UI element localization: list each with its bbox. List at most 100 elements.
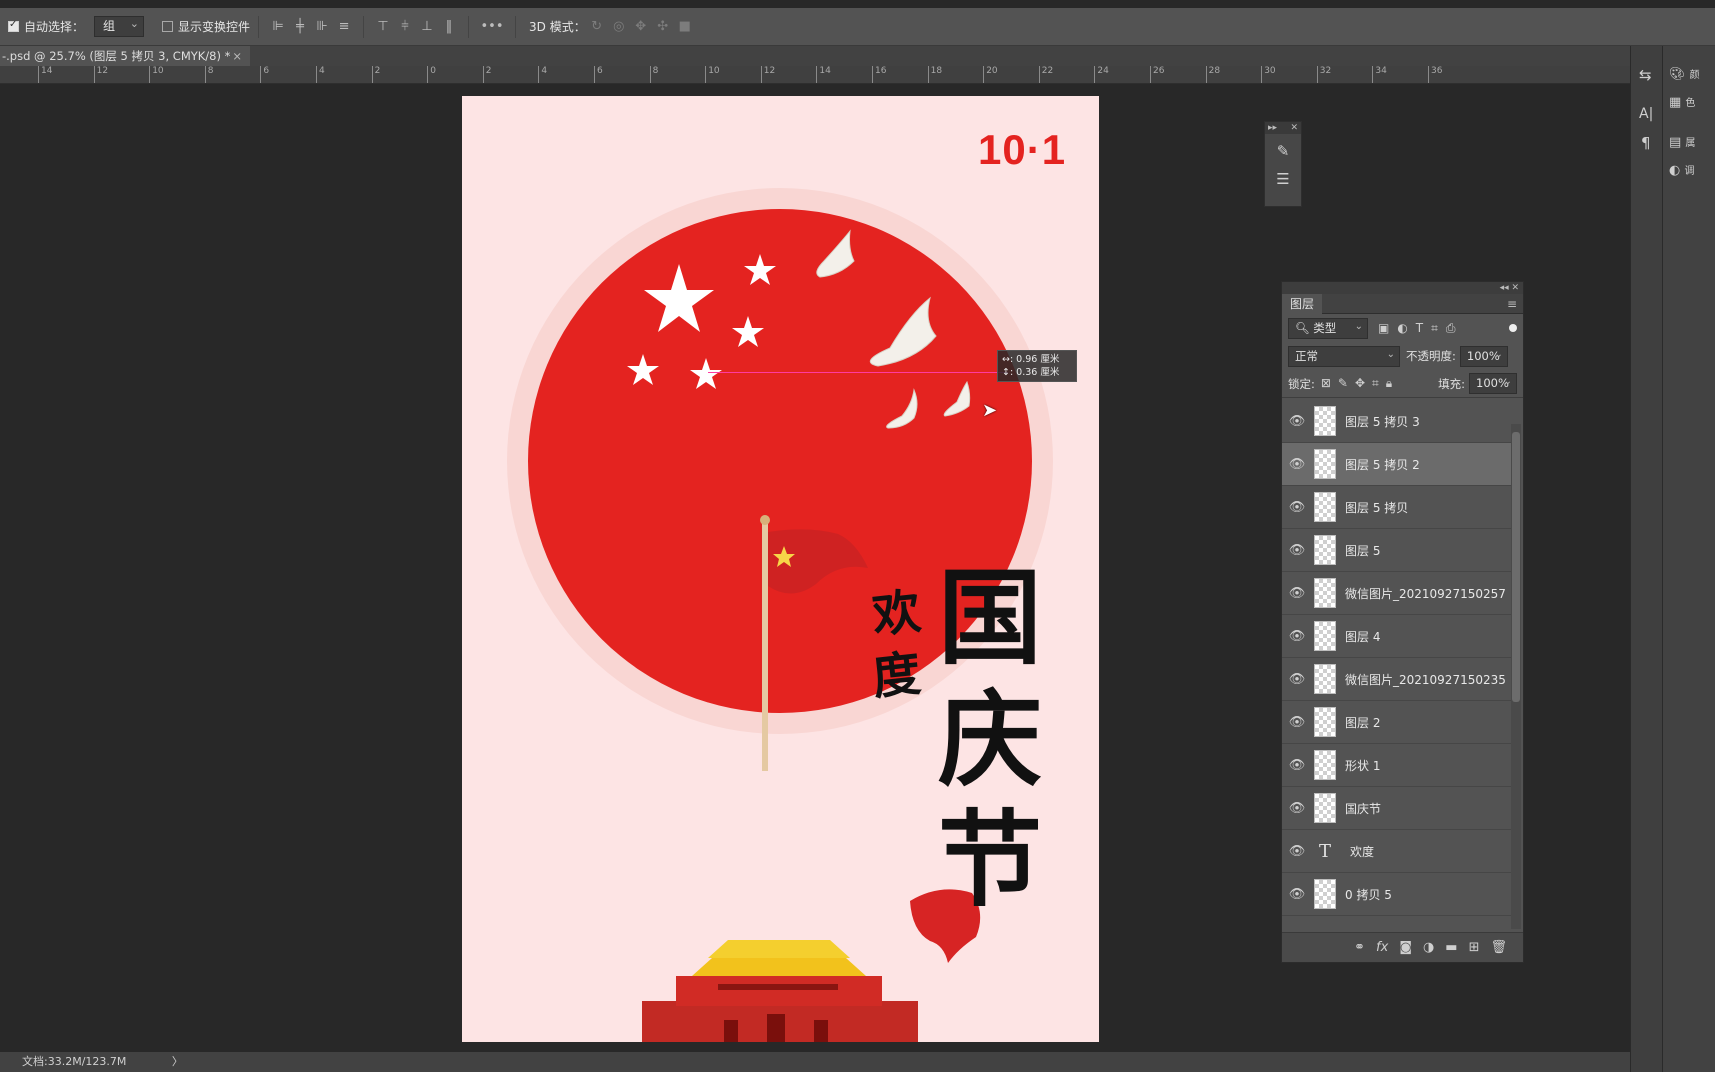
layer-row[interactable]: 👁︎ 形状 1 xyxy=(1282,744,1511,787)
status-menu-arrow[interactable]: 〉 xyxy=(172,1055,183,1068)
layer-row[interactable]: 👁︎ T 欢度 xyxy=(1282,830,1511,873)
layer-row[interactable]: 👁︎ 图层 2 xyxy=(1282,701,1511,744)
delete-layer-icon[interactable]: 🗑︎ xyxy=(1490,940,1507,955)
dock-panel: 🎨︎ 颜 ▦ 色 ▤ 属 ◐ 调 xyxy=(1662,46,1715,1072)
layer-thumbnail xyxy=(1314,793,1336,823)
layer-row[interactable]: 👁︎ 图层 5 拷贝 2 xyxy=(1282,443,1511,486)
pan-3d-icon[interactable]: ✥ xyxy=(630,16,652,38)
blend-mode-dropdown[interactable]: 正常 ⌄ xyxy=(1288,345,1400,367)
align-top-icon[interactable]: ⊤ xyxy=(372,16,394,38)
layer-name[interactable]: 微信图片_20210927150235 xyxy=(1345,671,1506,688)
layers-tab[interactable]: 图层 xyxy=(1282,293,1323,314)
measure-tooltip: ↔: 0.96 厘米 ↕: 0.36 厘米 xyxy=(997,350,1077,382)
title-char-guo: 国 xyxy=(938,556,1043,679)
fx-icon[interactable]: fx xyxy=(1376,940,1388,955)
filter-toggle-icon[interactable] xyxy=(1509,324,1517,332)
new-layer-icon[interactable]: ⊞ xyxy=(1469,940,1480,955)
layer-name[interactable]: 图层 2 xyxy=(1345,714,1380,731)
filter-kind-icons[interactable]: ▣◐T⌗⎙ xyxy=(1378,321,1464,336)
visibility-eye-icon[interactable]: 👁︎ xyxy=(1282,543,1312,558)
layer-name[interactable]: 形状 1 xyxy=(1345,757,1380,774)
visibility-eye-icon[interactable]: 👁︎ xyxy=(1282,414,1312,429)
panel-menu-icon[interactable]: ≡ xyxy=(1507,297,1517,311)
fill-input[interactable]: 100% ⌄ xyxy=(1469,373,1517,394)
layer-name[interactable]: 图层 5 xyxy=(1345,542,1380,559)
adjust-sliders-icon[interactable]: ☰ xyxy=(1265,170,1301,188)
layers-scrollbar[interactable] xyxy=(1511,424,1521,929)
poster-document[interactable]: 10·1 欢 度 国 庆 节 xyxy=(462,96,1099,1042)
color-panel-button[interactable]: 🎨︎ 颜 xyxy=(1669,66,1700,82)
history-icon[interactable]: ⇆ xyxy=(1639,66,1652,84)
mini-panel-close-icon[interactable]: ✕ xyxy=(1290,122,1301,134)
align-hcenter-icon[interactable]: ╪ xyxy=(289,16,311,38)
document-tab-title: -.psd @ 25.7% (图层 5 拷贝 3, CMYK/8) * xyxy=(2,49,231,63)
layer-name[interactable]: 微信图片_20210927150257 xyxy=(1345,585,1506,602)
align-bottom-icon[interactable]: ⊥ xyxy=(416,16,438,38)
visibility-eye-icon[interactable]: 👁︎ xyxy=(1282,629,1312,644)
visibility-eye-icon[interactable]: 👁︎ xyxy=(1282,758,1312,773)
visibility-eye-icon[interactable]: 👁︎ xyxy=(1282,457,1312,472)
visibility-eye-icon[interactable]: 👁︎ xyxy=(1282,801,1312,816)
mode-3d-label: 3D 模式： xyxy=(529,20,586,34)
properties-panel-button[interactable]: ▤ 属 xyxy=(1669,134,1695,150)
layer-name[interactable]: 图层 5 拷贝 xyxy=(1345,499,1408,516)
opacity-input[interactable]: 100% ⌄ xyxy=(1459,345,1508,367)
close-tab-icon[interactable]: × xyxy=(232,46,242,66)
layer-name[interactable]: 图层 5 拷贝 3 xyxy=(1345,413,1420,430)
fill-label: 填充: xyxy=(1438,376,1465,391)
adjustments-panel-button[interactable]: ◐ 调 xyxy=(1669,162,1694,178)
layers-panel-titlebar[interactable]: ◂◂ ✕ xyxy=(1282,282,1523,294)
layer-row[interactable]: 👁︎ 图层 4 xyxy=(1282,615,1511,658)
auto-select-label: 自动选择： xyxy=(24,20,85,34)
paragraph-icon[interactable]: ¶ xyxy=(1641,134,1651,152)
auto-select-checkbox[interactable] xyxy=(8,19,19,32)
visibility-eye-icon[interactable]: 👁︎ xyxy=(1282,887,1312,902)
visibility-eye-icon[interactable]: 👁︎ xyxy=(1282,500,1312,515)
distribute-icon[interactable]: ≡ xyxy=(333,16,355,38)
layer-name[interactable]: 欢度 xyxy=(1350,843,1374,860)
visibility-eye-icon[interactable]: 👁︎ xyxy=(1282,844,1312,859)
layer-row[interactable]: 👁︎ 0 拷贝 5 xyxy=(1282,873,1511,916)
visibility-eye-icon[interactable]: 👁︎ xyxy=(1282,715,1312,730)
layer-filter-dropdown[interactable]: 🔍︎ 类型 ⌄ xyxy=(1288,317,1368,339)
roll-3d-icon[interactable]: ◎ xyxy=(608,16,630,38)
mini-panel-header[interactable]: ▸▸ ✕ xyxy=(1265,122,1301,134)
visibility-eye-icon[interactable]: 👁︎ xyxy=(1282,672,1312,687)
layer-row[interactable]: 👁︎ 微信图片_20210927150235 xyxy=(1282,658,1511,701)
flag-pole-tip xyxy=(760,515,770,525)
link-layers-icon[interactable]: ⚭ xyxy=(1354,940,1365,955)
new-group-icon[interactable]: ▬ xyxy=(1445,940,1457,955)
visibility-eye-icon[interactable]: 👁︎ xyxy=(1282,586,1312,601)
orbit-3d-icon[interactable]: ↻ xyxy=(586,16,608,38)
layer-name[interactable]: 国庆节 xyxy=(1345,800,1381,817)
camera-3d-icon[interactable]: ■ xyxy=(674,16,696,38)
align-right-icon[interactable]: ⊪ xyxy=(311,16,333,38)
layers-scrollbar-thumb[interactable] xyxy=(1512,432,1520,702)
adjustment-layer-icon[interactable]: ◑ xyxy=(1423,940,1434,955)
panel-collapse-icon[interactable]: ◂◂ ✕ xyxy=(1500,282,1523,294)
more-options-button[interactable]: ••• xyxy=(477,16,507,38)
layer-row[interactable]: 👁︎ 国庆节 xyxy=(1282,787,1511,830)
auto-select-dropdown[interactable]: 组 xyxy=(94,14,145,37)
ruler-tick: 22 xyxy=(1038,66,1053,83)
align-vcenter-icon[interactable]: ⫩ xyxy=(394,16,416,38)
distribute-v-icon[interactable]: ‖ xyxy=(438,16,460,38)
character-icon[interactable]: A| xyxy=(1639,106,1653,122)
align-left-icon[interactable]: ⊫ xyxy=(267,16,289,38)
ruler-tick: 26 xyxy=(1150,66,1164,83)
slide-3d-icon[interactable]: ✣ xyxy=(652,16,674,38)
lock-options-icons[interactable]: ⊠✎✥⌗🔒︎ xyxy=(1321,376,1399,391)
document-tab[interactable]: -.psd @ 25.7% (图层 5 拷贝 3, CMYK/8) * × xyxy=(0,46,250,66)
layer-row[interactable]: 👁︎ 微信图片_20210927150257 xyxy=(1282,572,1511,615)
ruler-tick: 32 xyxy=(1316,66,1331,83)
layer-row[interactable]: 👁︎ 图层 5 xyxy=(1282,529,1511,572)
layer-name[interactable]: 图层 4 xyxy=(1345,628,1380,645)
layer-name[interactable]: 0 拷贝 5 xyxy=(1345,886,1392,903)
layer-row[interactable]: 👁︎ 图层 5 拷贝 xyxy=(1282,486,1511,529)
brush-settings-icon[interactable]: ✎ xyxy=(1265,142,1301,160)
show-transform-checkbox[interactable] xyxy=(162,21,174,32)
add-mask-icon[interactable]: ◙ xyxy=(1399,940,1412,955)
layer-row[interactable]: 👁︎ 图层 5 拷贝 3 xyxy=(1282,400,1511,443)
layer-name[interactable]: 图层 5 拷贝 2 xyxy=(1345,456,1420,473)
swatches-panel-button[interactable]: ▦ 色 xyxy=(1669,94,1695,110)
